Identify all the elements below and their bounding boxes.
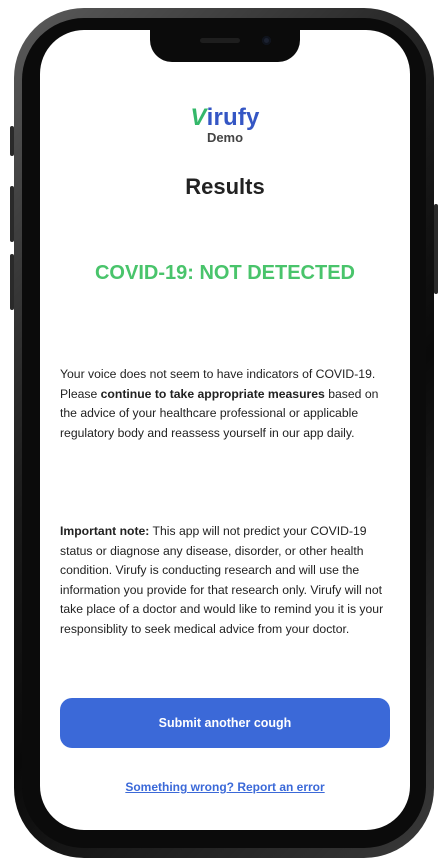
notch <box>150 30 300 62</box>
result-message: Your voice does not seem to have indicat… <box>60 365 390 443</box>
volume-up-button <box>10 186 14 242</box>
message-emphasis: continue to take appropriate measures <box>100 386 325 401</box>
important-note: Important note: This app will not predic… <box>60 522 390 639</box>
volume-down-button <box>10 254 14 310</box>
logo-initial: V <box>190 104 207 131</box>
logo-subtitle: Demo <box>206 130 244 145</box>
report-error-link[interactable]: Something wrong? Report an error <box>40 780 410 794</box>
camera-icon <box>262 36 271 45</box>
logo-wordmark: Virufy <box>190 104 259 131</box>
power-button <box>434 204 438 294</box>
page-title: Results <box>185 174 265 199</box>
logo-rest: irufy <box>206 104 260 131</box>
speaker-grille <box>200 38 240 43</box>
note-text: This app will not predict your COVID-19 … <box>60 524 384 636</box>
submit-another-cough-button[interactable]: Submit another cough <box>60 698 390 748</box>
result-status: COVID-19: NOT DETECTED <box>94 262 356 284</box>
silent-switch <box>10 126 14 156</box>
app-screen: Virufy Demo Results COVID-19: NOT DETECT… <box>40 30 410 830</box>
note-label: Important note: <box>60 524 150 538</box>
virufy-logo: Virufy Demo <box>40 104 410 145</box>
